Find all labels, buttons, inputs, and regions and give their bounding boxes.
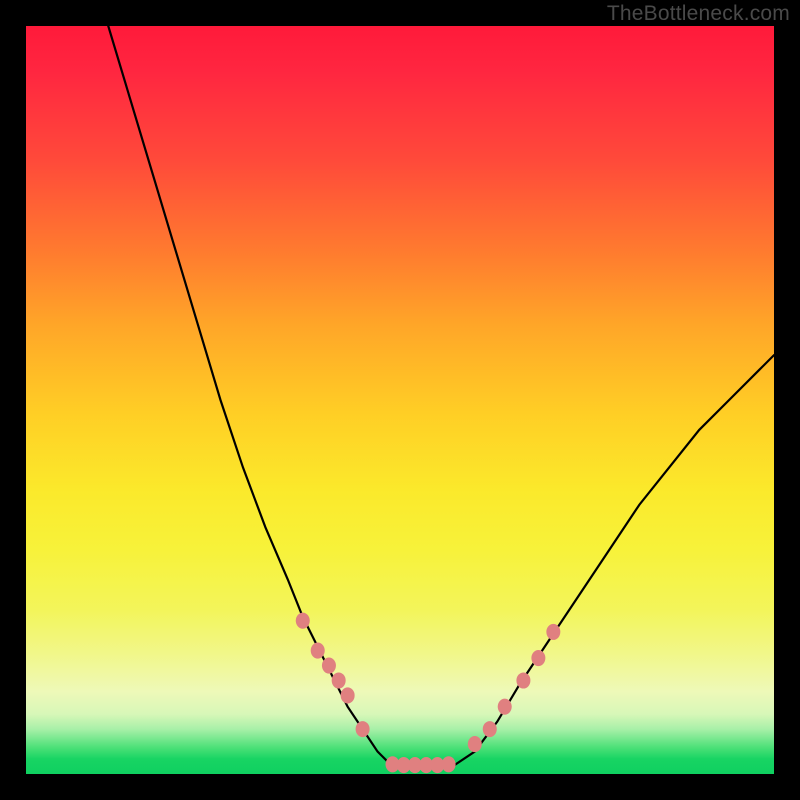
marker-dot (483, 721, 497, 737)
chart-svg (26, 26, 774, 774)
marker-dot (296, 613, 310, 629)
marker-dot (546, 624, 560, 640)
marker-dot (531, 650, 545, 666)
outer-frame: TheBottleneck.com (0, 0, 800, 800)
marker-dot (311, 643, 325, 659)
curve-lines (108, 26, 774, 767)
marker-dot (322, 657, 336, 673)
marker-dot (498, 699, 512, 715)
marker-dot (356, 721, 370, 737)
marker-dot (341, 687, 355, 703)
marker-dot (468, 736, 482, 752)
marker-dot (442, 756, 456, 772)
watermark-label: TheBottleneck.com (607, 2, 790, 26)
marker-dot (332, 672, 346, 688)
marker-dot (516, 672, 530, 688)
plot-area (26, 26, 774, 774)
bottleneck-curve (108, 26, 774, 767)
curve-markers (296, 613, 561, 773)
